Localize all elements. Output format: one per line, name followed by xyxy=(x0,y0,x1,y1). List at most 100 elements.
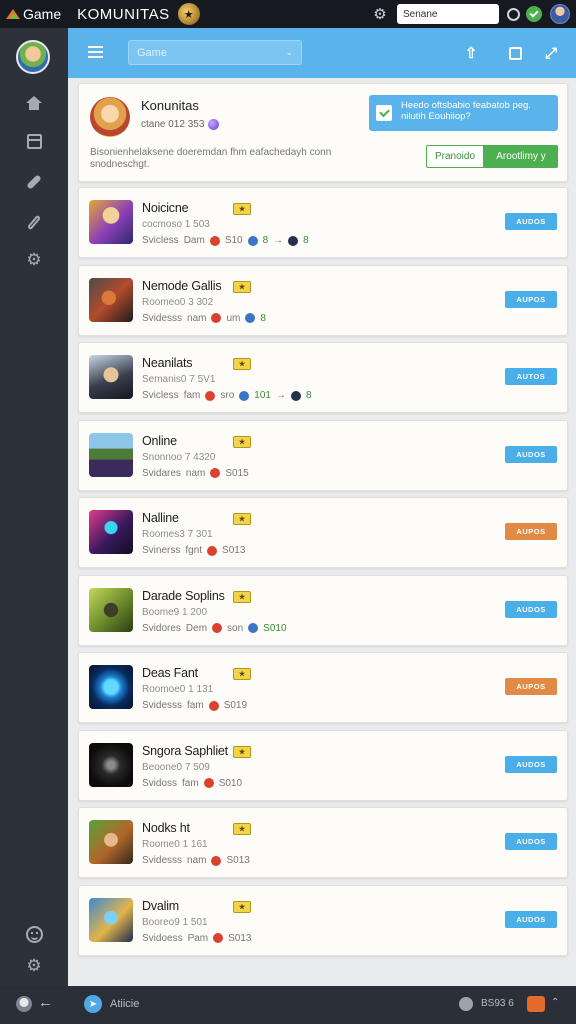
game-meta: Svicless Dam S10 8 → 8 xyxy=(142,235,309,246)
game-action-button[interactable]: AUPOS xyxy=(505,523,557,540)
caret-up-icon[interactable]: ⌃ xyxy=(551,997,559,1008)
meta-extra2: 8 xyxy=(305,390,312,401)
trophy-badge-icon: ★ xyxy=(233,203,251,215)
meta-b: nam xyxy=(187,312,207,324)
top-bar: Game KOMUNITAS ★ ⚙ Senane xyxy=(0,0,576,28)
back-arrow-icon[interactable]: ← xyxy=(38,994,53,1011)
sidebar-avatar[interactable] xyxy=(16,40,50,74)
game-action-button[interactable]: AUDOS xyxy=(505,755,557,773)
chat-icon[interactable] xyxy=(527,996,545,1012)
home-icon[interactable] xyxy=(24,93,44,113)
game-card[interactable]: Noicicne ★ cocmoso 1 503 Svicless Dam S1… xyxy=(78,187,568,258)
game-subtitle: Semanis0 7 5V1 xyxy=(142,374,216,385)
game-action-button[interactable]: AUTOS xyxy=(505,368,557,385)
meta-c: S015 xyxy=(225,467,249,479)
game-card[interactable]: Online ★ Snonnoo 7 4320 Svidares nam S01… xyxy=(78,419,568,491)
community-avatar xyxy=(90,97,130,137)
game-thumbnail[interactable] xyxy=(89,897,133,942)
game-card[interactable]: Nodks ht ★ Roome0 1 161 Svidesss nam S01… xyxy=(78,807,568,878)
trophy-badge-icon: ★ xyxy=(233,513,251,525)
pencil-icon[interactable] xyxy=(24,172,44,192)
game-action-button[interactable]: AUDOS xyxy=(505,213,557,230)
meta-a: Svidoess xyxy=(142,932,183,944)
game-subtitle: Roomoe0 1 131 xyxy=(142,684,214,695)
game-select-value: Game xyxy=(137,46,167,59)
token-icon xyxy=(248,623,259,633)
game-card[interactable]: Neanilats ★ Semanis0 7 5V1 Svicless fam … xyxy=(78,342,568,413)
bird-icon[interactable]: ➤ xyxy=(84,995,102,1013)
game-title[interactable]: Nalline xyxy=(142,511,179,525)
game-subtitle: Beoone0 7 509 xyxy=(142,761,210,773)
game-title[interactable]: Darade Soplins xyxy=(142,589,225,603)
game-thumbnail[interactable] xyxy=(89,432,133,477)
content-header: Game ⌄ ⇧ ⤢ xyxy=(68,28,576,78)
game-thumbnail[interactable] xyxy=(89,665,133,709)
game-action-button[interactable]: AUPOS xyxy=(505,290,557,308)
game-thumbnail[interactable] xyxy=(89,277,133,322)
game-title[interactable]: Online xyxy=(142,434,177,448)
game-card[interactable]: Nalline ★ Roomes3 7 301 Svinerss fgnt S0… xyxy=(78,497,568,568)
meta-b: fgnt xyxy=(185,545,203,556)
game-title[interactable]: Neanilats xyxy=(142,356,193,370)
gear-icon[interactable]: ⚙ xyxy=(371,5,389,23)
game-meta: Svidares nam S015 xyxy=(142,468,249,479)
community-feed: Konunitas ctane 012 353 Heedo oftsbabio … xyxy=(68,78,576,986)
search-input[interactable]: Senane xyxy=(397,4,499,24)
game-action-button[interactable]: AUDOS xyxy=(505,833,557,850)
user-avatar[interactable] xyxy=(550,4,570,24)
game-thumbnail[interactable] xyxy=(89,820,133,864)
game-card[interactable]: Dvalim ★ Booreo9 1 501 Svidoess Pam S013… xyxy=(78,884,568,956)
game-meta: Svidoess Pam S013 xyxy=(142,933,252,944)
bottom-count: BS93 6 xyxy=(481,998,514,1009)
trophy-badge-icon: ★ xyxy=(233,668,251,680)
game-title[interactable]: Noicicne xyxy=(142,201,189,215)
inbox-icon[interactable] xyxy=(24,131,44,151)
coin-icon xyxy=(459,997,473,1011)
edit-icon[interactable] xyxy=(24,212,44,232)
meta-a: Svidesss xyxy=(142,700,183,711)
game-card[interactable]: Sngora Saphliet ★ Beoone0 7 509 Svidoss … xyxy=(78,729,568,801)
meta-a: Svicless xyxy=(142,390,179,401)
secondary-button[interactable]: Pranoido xyxy=(426,145,484,168)
smiley-icon[interactable] xyxy=(24,924,44,944)
game-thumbnail[interactable] xyxy=(89,200,133,244)
game-thumbnail[interactable] xyxy=(89,355,133,399)
brand[interactable]: Game xyxy=(6,6,61,22)
settings-icon[interactable]: ⚙ xyxy=(24,250,44,270)
game-thumbnail[interactable] xyxy=(89,742,133,787)
game-meta: Svinerss fgnt S013 xyxy=(142,545,245,556)
online-check-icon[interactable] xyxy=(526,6,542,22)
game-select[interactable]: Game ⌄ xyxy=(128,40,302,65)
game-card[interactable]: Nemode Gallis ★ Roomeo0 3 302 Svidesss n… xyxy=(78,264,568,336)
notice-banner[interactable]: Heedo oftsbabio feabatob peg. nilutih Eo… xyxy=(369,95,558,131)
chevron-down-icon: ⌄ xyxy=(285,47,293,57)
heart-icon xyxy=(209,235,220,246)
game-title[interactable]: Nodks ht xyxy=(142,821,190,835)
meta-extra2: 8 xyxy=(303,235,309,246)
upload-icon[interactable]: ⇧ xyxy=(460,42,482,64)
game-action-button[interactable]: AUDOS xyxy=(505,910,557,928)
game-title[interactable]: Nemode Gallis xyxy=(142,279,222,293)
game-title[interactable]: Dvalim xyxy=(142,899,179,913)
game-action-button[interactable]: AUDOS xyxy=(505,445,557,463)
arrow-icon: → xyxy=(275,390,286,401)
game-title[interactable]: Deas Fant xyxy=(142,666,198,680)
game-thumbnail[interactable] xyxy=(89,510,133,554)
primary-button[interactable]: Arootlimy y xyxy=(484,145,558,168)
meta-b: Dem xyxy=(185,622,208,634)
expand-icon[interactable]: ⤢ xyxy=(540,42,562,64)
menu-icon[interactable] xyxy=(88,46,103,58)
game-card[interactable]: Darade Soplins ★ Boome9 1 200 Svidores D… xyxy=(78,574,568,646)
game-action-button[interactable]: AUDOS xyxy=(505,600,557,618)
status-circle-icon[interactable] xyxy=(507,7,520,21)
heart-icon xyxy=(211,855,222,866)
meta-c: S019 xyxy=(223,700,248,711)
game-action-button[interactable]: AUPOS xyxy=(505,678,557,695)
settings-bottom-icon[interactable]: ⚙ xyxy=(24,956,44,976)
community-stats-text: ctane 012 353 xyxy=(141,119,205,130)
window-icon[interactable] xyxy=(504,42,526,64)
game-card[interactable]: Deas Fant ★ Roomoe0 1 131 Svidesss fam S… xyxy=(78,652,568,723)
game-thumbnail[interactable] xyxy=(89,587,133,632)
bottom-avatar[interactable] xyxy=(16,996,32,1012)
game-title[interactable]: Sngora Saphliet xyxy=(142,744,228,758)
